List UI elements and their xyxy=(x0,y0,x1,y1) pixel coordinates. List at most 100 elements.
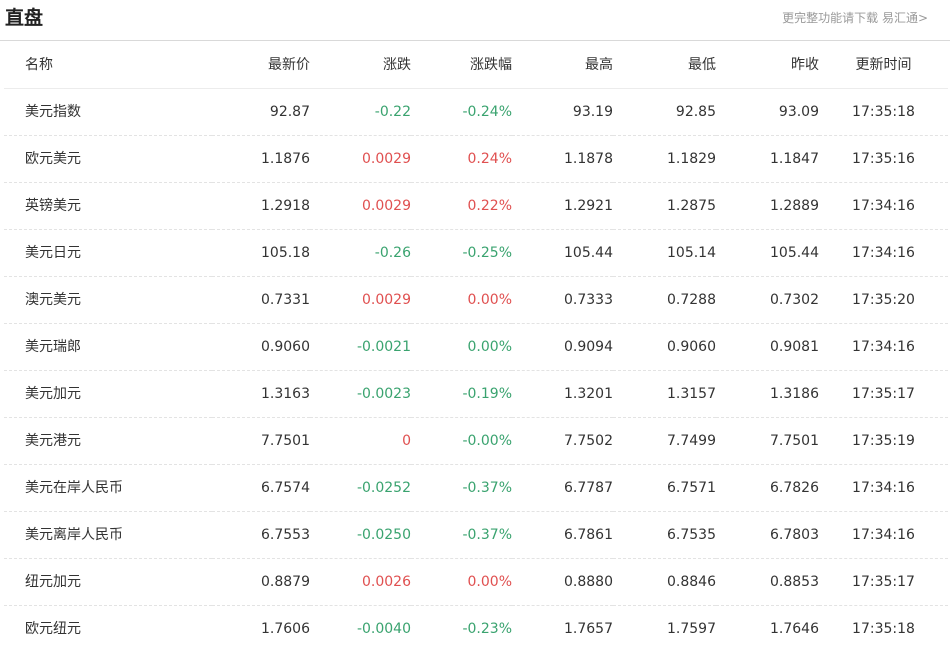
cell-change-pct: 0.22% xyxy=(411,183,512,230)
cell-high: 6.7787 xyxy=(512,465,613,512)
cell-change-pct: 0.00% xyxy=(411,277,512,324)
cell-time: 17:35:16 xyxy=(819,136,948,183)
cell-high: 7.7502 xyxy=(512,418,613,465)
cell-last: 6.7574 xyxy=(212,465,310,512)
download-app-link[interactable]: 更完整功能请下载 易汇通> xyxy=(782,10,928,26)
table-row[interactable]: 美元加元1.3163-0.0023-0.19%1.32011.31571.318… xyxy=(4,371,948,418)
cell-time: 17:34:16 xyxy=(819,465,948,512)
table-row[interactable]: 欧元纽元1.7606-0.0040-0.23%1.76571.75971.764… xyxy=(4,606,948,652)
table-row[interactable]: 美元日元105.18-0.26-0.25%105.44105.14105.441… xyxy=(4,230,948,277)
cell-name[interactable]: 美元离岸人民币 xyxy=(4,512,212,559)
cell-change: -0.0023 xyxy=(310,371,411,418)
cell-name[interactable]: 美元日元 xyxy=(4,230,212,277)
table-row[interactable]: 欧元美元1.18760.00290.24%1.18781.18291.18471… xyxy=(4,136,948,183)
cell-low: 1.7597 xyxy=(613,606,716,652)
cell-prev-close: 6.7803 xyxy=(716,512,819,559)
table-row[interactable]: 澳元美元0.73310.00290.00%0.73330.72880.73021… xyxy=(4,277,948,324)
cell-low: 1.1829 xyxy=(613,136,716,183)
cell-change-pct: 0.24% xyxy=(411,136,512,183)
cell-prev-close: 6.7826 xyxy=(716,465,819,512)
panel-title: 直盘 xyxy=(5,5,43,31)
cell-name[interactable]: 欧元美元 xyxy=(4,136,212,183)
cell-high: 1.1878 xyxy=(512,136,613,183)
cell-time: 17:34:16 xyxy=(819,183,948,230)
cell-last: 92.87 xyxy=(212,89,310,136)
cell-change: -0.26 xyxy=(310,230,411,277)
table-row[interactable]: 美元指数92.87-0.22-0.24%93.1992.8593.0917:35… xyxy=(4,89,948,136)
column-header-time[interactable]: 更新时间 xyxy=(819,42,948,89)
column-header-high[interactable]: 最高 xyxy=(512,42,613,89)
cell-prev-close: 1.2889 xyxy=(716,183,819,230)
column-header-change[interactable]: 涨跌 xyxy=(310,42,411,89)
table-row[interactable]: 纽元加元0.88790.00260.00%0.88800.88460.88531… xyxy=(4,559,948,606)
table-body: 美元指数92.87-0.22-0.24%93.1992.8593.0917:35… xyxy=(4,89,948,652)
cell-high: 1.3201 xyxy=(512,371,613,418)
cell-name[interactable]: 澳元美元 xyxy=(4,277,212,324)
cell-name[interactable]: 美元在岸人民币 xyxy=(4,465,212,512)
cell-high: 0.7333 xyxy=(512,277,613,324)
cell-time: 17:34:16 xyxy=(819,230,948,277)
cell-low: 0.9060 xyxy=(613,324,716,371)
cell-change-pct: -0.23% xyxy=(411,606,512,652)
table-row[interactable]: 美元港元7.75010-0.00%7.75027.74997.750117:35… xyxy=(4,418,948,465)
cell-prev-close: 0.7302 xyxy=(716,277,819,324)
cell-change: -0.0021 xyxy=(310,324,411,371)
cell-change: -0.0252 xyxy=(310,465,411,512)
table-row[interactable]: 英镑美元1.29180.00290.22%1.29211.28751.28891… xyxy=(4,183,948,230)
column-header-last[interactable]: 最新价 xyxy=(212,42,310,89)
cell-last: 1.3163 xyxy=(212,371,310,418)
cell-change-pct: -0.24% xyxy=(411,89,512,136)
cell-last: 7.7501 xyxy=(212,418,310,465)
column-header-low[interactable]: 最低 xyxy=(613,42,716,89)
cell-last: 1.1876 xyxy=(212,136,310,183)
cell-high: 0.8880 xyxy=(512,559,613,606)
cell-change: 0 xyxy=(310,418,411,465)
cell-low: 6.7571 xyxy=(613,465,716,512)
cell-change-pct: -0.37% xyxy=(411,465,512,512)
table-row[interactable]: 美元瑞郎0.9060-0.00210.00%0.90940.90600.9081… xyxy=(4,324,948,371)
cell-last: 0.7331 xyxy=(212,277,310,324)
cell-last: 105.18 xyxy=(212,230,310,277)
cell-time: 17:35:20 xyxy=(819,277,948,324)
cell-high: 6.7861 xyxy=(512,512,613,559)
cell-low: 6.7535 xyxy=(613,512,716,559)
cell-last: 0.9060 xyxy=(212,324,310,371)
cell-time: 17:34:16 xyxy=(819,512,948,559)
cell-time: 17:35:18 xyxy=(819,89,948,136)
cell-prev-close: 1.1847 xyxy=(716,136,819,183)
cell-time: 17:35:17 xyxy=(819,559,948,606)
cell-prev-close: 1.7646 xyxy=(716,606,819,652)
table-row[interactable]: 美元离岸人民币6.7553-0.0250-0.37%6.78616.75356.… xyxy=(4,512,948,559)
cell-change: 0.0029 xyxy=(310,183,411,230)
cell-last: 0.8879 xyxy=(212,559,310,606)
table-row[interactable]: 美元在岸人民币6.7574-0.0252-0.37%6.77876.75716.… xyxy=(4,465,948,512)
cell-change-pct: 0.00% xyxy=(411,559,512,606)
cell-change-pct: -0.00% xyxy=(411,418,512,465)
cell-high: 93.19 xyxy=(512,89,613,136)
cell-name[interactable]: 美元瑞郎 xyxy=(4,324,212,371)
cell-name[interactable]: 美元港元 xyxy=(4,418,212,465)
cell-name[interactable]: 欧元纽元 xyxy=(4,606,212,652)
cell-last: 6.7553 xyxy=(212,512,310,559)
cell-high: 1.7657 xyxy=(512,606,613,652)
cell-prev-close: 93.09 xyxy=(716,89,819,136)
column-header-name[interactable]: 名称 xyxy=(4,42,212,89)
cell-name[interactable]: 英镑美元 xyxy=(4,183,212,230)
cell-name[interactable]: 美元加元 xyxy=(4,371,212,418)
cell-change-pct: -0.25% xyxy=(411,230,512,277)
cell-low: 92.85 xyxy=(613,89,716,136)
cell-time: 17:34:16 xyxy=(819,324,948,371)
cell-last: 1.2918 xyxy=(212,183,310,230)
cell-change: 0.0029 xyxy=(310,277,411,324)
cell-name[interactable]: 纽元加元 xyxy=(4,559,212,606)
fx-quotes-table: 名称 最新价 涨跌 涨跌幅 最高 最低 昨收 更新时间 美元指数92.87-0.… xyxy=(4,42,948,652)
cell-high: 0.9094 xyxy=(512,324,613,371)
cell-high: 105.44 xyxy=(512,230,613,277)
cell-change: -0.0250 xyxy=(310,512,411,559)
cell-name[interactable]: 美元指数 xyxy=(4,89,212,136)
cell-change: -0.0040 xyxy=(310,606,411,652)
column-header-prev-close[interactable]: 昨收 xyxy=(716,42,819,89)
column-header-change-pct[interactable]: 涨跌幅 xyxy=(411,42,512,89)
cell-change-pct: -0.19% xyxy=(411,371,512,418)
cell-low: 1.3157 xyxy=(613,371,716,418)
